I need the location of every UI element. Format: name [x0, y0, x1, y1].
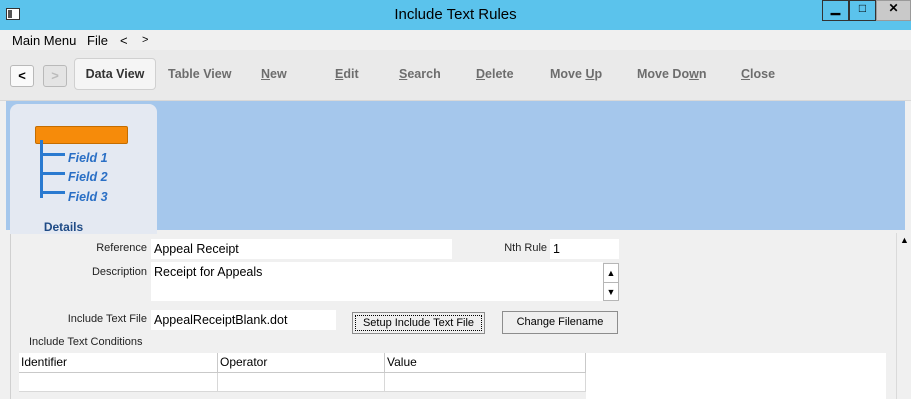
move-up-label: p	[594, 67, 603, 81]
move-up-button[interactable]: Move Up	[550, 67, 602, 81]
menu-forward[interactable]: >	[142, 34, 148, 46]
grid-header: Identifier Operator Value	[19, 353, 586, 373]
delete-label: elete	[485, 67, 514, 81]
move-down-button[interactable]: Move Down	[637, 67, 706, 81]
menu-bar: Main Menu File < >	[0, 30, 911, 50]
scroll-up-icon[interactable]: ▲	[604, 264, 618, 283]
tree-field-1: Field 1	[68, 151, 108, 165]
edit-label: dit	[343, 67, 359, 81]
minimize-button[interactable]: ▁	[822, 0, 849, 21]
tree-connector-2	[43, 164, 65, 175]
window-title: Include Text Rules	[394, 6, 517, 23]
column-header-operator[interactable]: Operator	[218, 353, 385, 372]
data-view-button[interactable]: Data View	[74, 58, 156, 90]
forward-button[interactable]: >	[43, 65, 67, 87]
vertical-scrollbar[interactable]: ▲	[896, 233, 911, 399]
scroll-down-icon[interactable]: ▼	[604, 283, 618, 301]
tree-connector-1	[43, 145, 65, 156]
cell-identifier[interactable]	[19, 373, 218, 391]
nth-rule-field[interactable]: 1	[550, 239, 619, 259]
close-label: lose	[750, 67, 776, 81]
new-key: N	[261, 67, 271, 81]
conditions-label: Include Text Conditions	[29, 336, 143, 348]
setup-include-text-file-button[interactable]: Setup Include Text File	[352, 312, 485, 334]
description-scrollbar[interactable]: ▲ ▼	[603, 263, 619, 301]
reference-field[interactable]: Appeal Receipt	[151, 239, 452, 259]
column-header-identifier[interactable]: Identifier	[19, 353, 218, 372]
close-button[interactable]: Close	[741, 67, 775, 81]
description-field[interactable]: Receipt for Appeals	[151, 262, 603, 301]
tree-field-2: Field 2	[68, 170, 108, 184]
move-down-label: n	[698, 67, 707, 81]
tree-connector-3	[43, 183, 65, 194]
grid-empty-area	[586, 353, 886, 399]
back-button[interactable]: <	[10, 65, 34, 87]
close-key: C	[741, 67, 751, 81]
cell-value[interactable]	[385, 373, 586, 391]
move-down-pre: Move Do	[637, 67, 690, 81]
column-header-value[interactable]: Value	[385, 353, 586, 372]
menu-main-menu[interactable]: Main Menu	[12, 33, 76, 48]
move-down-key: w	[689, 67, 699, 81]
delete-button[interactable]: Delete	[476, 67, 514, 81]
edit-button[interactable]: Edit	[335, 67, 359, 81]
table-view-button[interactable]: Table View	[168, 67, 231, 81]
reference-label: Reference	[96, 242, 147, 254]
scroll-up-icon[interactable]: ▲	[897, 233, 911, 248]
change-filename-button[interactable]: Change Filename	[502, 311, 618, 334]
include-file-field[interactable]: AppealReceiptBlank.dot	[151, 310, 336, 330]
menu-file[interactable]: File	[87, 33, 108, 48]
include-file-label: Include Text File	[67, 313, 147, 325]
close-window-button[interactable]: ✕	[876, 0, 911, 21]
nth-rule-label: Nth Rule	[504, 242, 547, 254]
conditions-grid[interactable]: Identifier Operator Value	[19, 353, 586, 392]
new-label: ew	[270, 67, 287, 81]
toolbar: < > Data View Table View New Edit Search…	[0, 50, 911, 101]
table-row[interactable]	[19, 373, 586, 392]
search-label: earch	[407, 67, 441, 81]
tree-field-3: Field 3	[68, 190, 108, 204]
left-divider	[10, 234, 11, 399]
table-view-label: Table View	[168, 67, 232, 81]
title-bar: Include Text Rules ▁ □ ✕	[0, 0, 911, 30]
move-up-pre: Move	[550, 67, 586, 81]
maximize-button[interactable]: □	[849, 0, 876, 21]
new-button[interactable]: New	[261, 67, 287, 81]
tab-details-label: Details	[43, 220, 84, 234]
search-button[interactable]: Search	[399, 67, 441, 81]
data-view-label: Data View	[85, 67, 145, 81]
menu-back[interactable]: <	[120, 33, 128, 48]
tab-details[interactable]: Field 1 Field 2 Field 3 Details	[10, 104, 157, 234]
description-label: Description	[91, 266, 147, 278]
cell-operator[interactable]	[218, 373, 385, 391]
delete-key: D	[476, 67, 486, 81]
